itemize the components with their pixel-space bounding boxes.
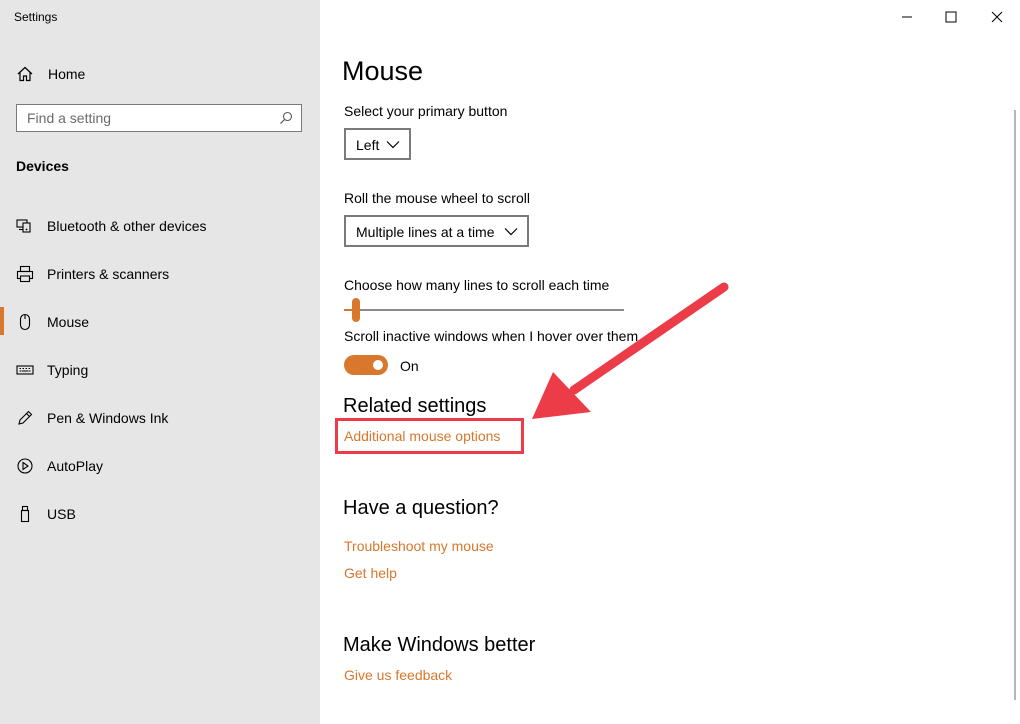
make-windows-better-heading: Make Windows better (343, 634, 536, 656)
toggle-state-label: On (400, 358, 419, 374)
maximize-button[interactable] (928, 4, 974, 30)
search-box[interactable] (16, 104, 302, 132)
sidebar-item-label: USB (47, 506, 76, 522)
pen-icon (18, 410, 33, 425)
chevron-down-icon (504, 228, 518, 236)
sidebar-item-home[interactable]: Home (0, 60, 320, 88)
primary-button-label: Select your primary button (344, 103, 508, 119)
search-icon (280, 111, 293, 124)
sidebar-item-mouse[interactable]: Mouse (0, 306, 320, 354)
minimize-button[interactable] (884, 4, 930, 30)
chevron-down-icon (386, 141, 400, 149)
page-title: Mouse (342, 56, 424, 86)
sidebar-item-usb[interactable]: USB (0, 498, 320, 546)
sidebar-item-autoplay[interactable]: AutoPlay (0, 450, 320, 498)
inactive-scroll-toggle[interactable] (344, 355, 388, 375)
primary-button-dropdown[interactable]: Left (344, 128, 411, 160)
inactive-scroll-label: Scroll inactive windows when I hover ove… (344, 328, 639, 344)
scroll-lines-track[interactable] (344, 309, 624, 311)
sidebar-item-typing[interactable]: Typing (0, 354, 320, 402)
home-icon (17, 66, 33, 82)
toggle-knob (373, 360, 383, 370)
sidebar-item-label: Bluetooth & other devices (47, 218, 207, 234)
sidebar-item-label: Printers & scanners (47, 266, 170, 282)
wheel-scroll-value: Multiple lines at a time (356, 224, 495, 240)
section-title: Devices (16, 158, 69, 174)
search-input[interactable] (17, 105, 287, 131)
sidebar-item-label: Mouse (47, 314, 90, 330)
sidebar: Settings Home Devices Bluetooth & other … (0, 0, 320, 724)
get-help-link[interactable]: Get help (344, 565, 397, 581)
usb-icon (20, 505, 30, 523)
close-button[interactable] (974, 4, 1020, 30)
home-label: Home (48, 66, 86, 82)
related-settings-heading: Related settings (343, 395, 487, 417)
scroll-lines-fill (344, 309, 352, 311)
troubleshoot-link[interactable]: Troubleshoot my mouse (344, 538, 494, 554)
have-a-question-heading: Have a question? (343, 497, 499, 519)
sidebar-item-bluetooth[interactable]: Bluetooth & other devices (0, 210, 320, 258)
mouse-icon (19, 313, 31, 331)
app-title: Settings (14, 10, 58, 24)
bluetooth-devices-icon (16, 219, 31, 233)
sidebar-item-printers[interactable]: Printers & scanners (0, 258, 320, 306)
primary-button-value: Left (356, 137, 380, 153)
sidebar-item-label: AutoPlay (47, 458, 104, 474)
scroll-lines-slider-thumb[interactable] (352, 298, 360, 322)
sidebar-item-label: Typing (47, 362, 89, 378)
sidebar-item-pen[interactable]: Pen & Windows Ink (0, 402, 320, 450)
sidebar-item-label: Pen & Windows Ink (47, 410, 169, 426)
scrollbar[interactable] (1014, 110, 1016, 700)
printer-icon (16, 265, 34, 283)
scroll-lines-label: Choose how many lines to scroll each tim… (344, 277, 610, 293)
keyboard-icon (16, 365, 34, 375)
give-feedback-link[interactable]: Give us feedback (344, 667, 452, 683)
wheel-scroll-label: Roll the mouse wheel to scroll (344, 190, 530, 206)
autoplay-icon (17, 458, 33, 474)
active-indicator (0, 307, 4, 335)
nav-list: Bluetooth & other devices Printers & sca… (0, 210, 320, 546)
wheel-scroll-dropdown[interactable]: Multiple lines at a time (344, 215, 529, 247)
additional-mouse-options-link[interactable]: Additional mouse options (344, 428, 500, 444)
